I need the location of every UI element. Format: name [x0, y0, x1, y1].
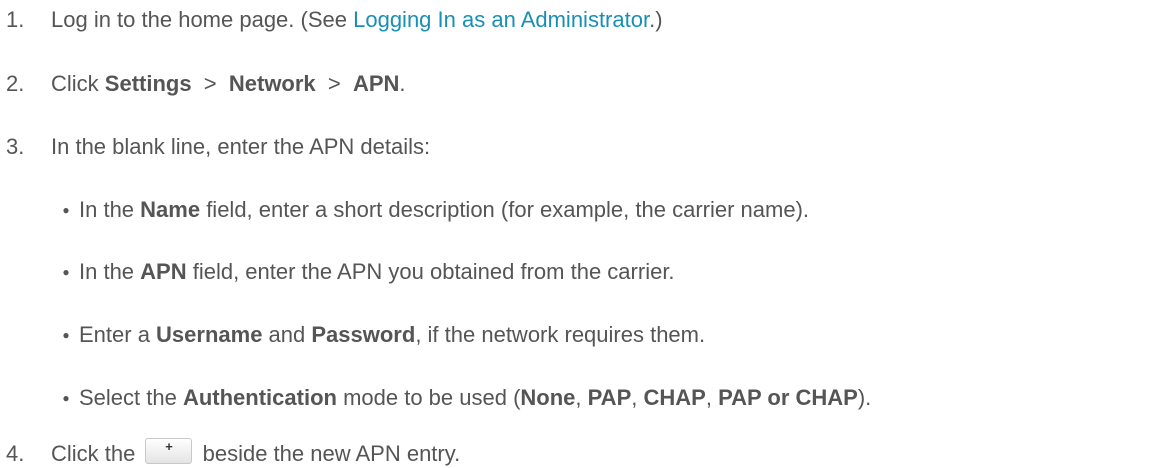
step-number: 3.	[6, 134, 25, 159]
step-text: Log in to the home page. (See	[51, 7, 354, 32]
bullet-name-field: ● In the Name field, enter a short descri…	[53, 196, 809, 224]
step-3: 3. In the blank line, enter the APN detai…	[0, 133, 430, 161]
auth-option-chap: CHAP	[643, 385, 706, 410]
bullet-text: , if the network requires them.	[415, 322, 706, 347]
bullet-text: mode to be used (	[336, 385, 521, 410]
settings-label: Settings	[104, 71, 192, 96]
step-text: Click the	[51, 441, 142, 466]
apn-label: APN	[352, 71, 400, 96]
step-text: In the blank line, enter the APN details…	[51, 134, 431, 159]
bullet-text: field, enter the APN you obtained from t…	[186, 259, 675, 284]
bullet-text: and	[262, 322, 312, 347]
step-text: beside the new APN entry.	[196, 441, 461, 466]
step-text: .	[399, 71, 406, 96]
bullet-text: In the	[79, 259, 141, 284]
bullet-text: ,	[631, 385, 644, 410]
step-number: 1.	[6, 7, 25, 32]
plus-icon: +	[165, 439, 173, 454]
auth-option-none: None	[520, 385, 576, 410]
step-4: 4. Click the + beside the new APN entry.	[0, 438, 460, 468]
bullet-credentials: ● Enter a Username and Password, if the n…	[53, 321, 705, 349]
menu-separator: >	[191, 71, 229, 96]
bullet-text: ,	[575, 385, 588, 410]
bullet-text: ).	[857, 385, 872, 410]
authentication-label: Authentication	[182, 385, 337, 410]
bullet-icon: ●	[62, 265, 70, 279]
admin-login-link[interactable]: Logging In as an Administrator	[353, 7, 649, 32]
auth-option-pap-or-chap: PAP or CHAP	[718, 385, 858, 410]
step-number: 4.	[6, 441, 25, 466]
network-label: Network	[228, 71, 316, 96]
bullet-text: Enter a	[79, 322, 157, 347]
step-text: .)	[649, 7, 663, 32]
password-label: Password	[311, 322, 416, 347]
step-1: 1. Log in to the home page. (See Logging …	[0, 6, 663, 34]
bullet-icon: ●	[62, 328, 70, 342]
bullet-authentication: ● Select the Authentication mode to be us…	[53, 384, 871, 412]
apn-field-label: APN	[140, 259, 187, 284]
bullet-apn-field: ● In the APN field, enter the APN you obt…	[53, 258, 675, 286]
add-apn-button[interactable]: +	[145, 438, 193, 464]
bullet-text: Select the	[79, 385, 183, 410]
bullet-text: ,	[705, 385, 719, 410]
step-2: 2. Click Settings > Network > APN.	[0, 70, 406, 98]
menu-separator: >	[315, 71, 353, 96]
step-number: 2.	[6, 71, 25, 96]
bullet-icon: ●	[62, 203, 70, 217]
bullet-text: In the	[79, 197, 141, 222]
bullet-icon: ●	[62, 391, 70, 405]
auth-option-pap: PAP	[587, 385, 632, 410]
bullet-text: field, enter a short description (for ex…	[200, 197, 810, 222]
name-field-label: Name	[140, 197, 201, 222]
step-text: Click	[51, 71, 105, 96]
username-label: Username	[156, 322, 263, 347]
